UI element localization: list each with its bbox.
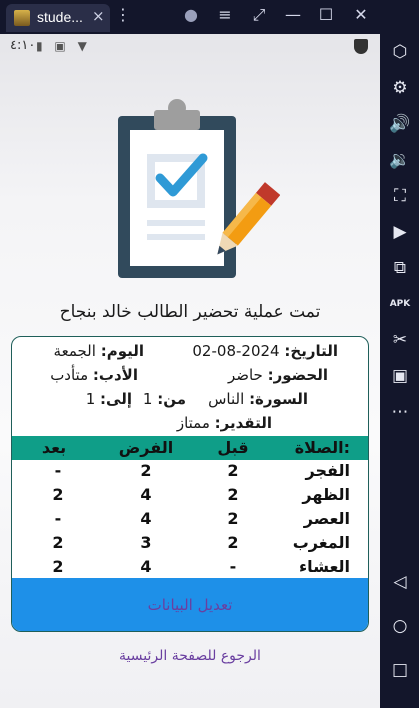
prayer-name: الظهر	[302, 485, 350, 504]
account-icon[interactable]: ●	[180, 5, 202, 24]
header-prayer: الصلاة:	[294, 438, 350, 457]
fard-cell: 4	[140, 485, 152, 504]
manners-info: الأدب: متأدب	[50, 366, 138, 384]
edit-data-button[interactable]: تعديل البيانات	[12, 578, 368, 631]
shield-icon	[354, 39, 368, 54]
prayer-name: العصر	[303, 509, 350, 528]
before-cell: 2	[227, 533, 239, 552]
home-icon[interactable]: ○	[388, 614, 412, 638]
date-value: 2024-08-02	[192, 342, 280, 360]
back-to-home-link[interactable]: الرجوع للصفحة الرئيسية	[0, 648, 380, 664]
after-cell: 2	[52, 533, 64, 552]
attendance-info: الحضور: حاضر	[227, 366, 328, 384]
from-value: 1	[142, 390, 153, 408]
app-icon	[14, 10, 30, 26]
table-row: العشاء - 4 2	[12, 556, 368, 580]
close-window-icon[interactable]: ✕	[350, 5, 372, 24]
before-cell: 2	[227, 509, 239, 528]
back-icon[interactable]: ◁	[388, 570, 412, 594]
settings-hex-icon[interactable]: ⬡	[388, 40, 412, 64]
status-icons: ▮ ▣ ▼	[36, 39, 91, 53]
phone-screen: ٤:١٠ ▮ ▣ ▼ تمت عملية تحضير الطالب خالد ب…	[0, 34, 380, 708]
grade-value: ممتاز	[176, 414, 210, 432]
minimize-icon[interactable]: —	[282, 5, 304, 24]
gear-icon[interactable]: ⚙	[388, 76, 412, 100]
date-info: التاريخ: 2024-08-02	[192, 342, 338, 360]
multi-instance-icon[interactable]: ⧉	[388, 256, 412, 280]
fard-cell: 3	[140, 533, 152, 552]
expand-icon[interactable]: ⤢	[248, 5, 270, 25]
volume-down-icon[interactable]: 🔉	[388, 148, 412, 172]
to-value: 1	[85, 390, 96, 408]
app-tab[interactable]: stude... ×	[6, 4, 110, 32]
after-cell: -	[54, 509, 62, 528]
fullscreen-icon[interactable]: ⛶	[388, 184, 412, 208]
media-icon[interactable]: ▣	[388, 364, 412, 388]
recents-icon[interactable]: □	[388, 658, 412, 682]
prayer-table-header: الصلاة: قبل الفرض بعد	[12, 436, 368, 460]
prayer-name: المغرب	[292, 533, 350, 552]
scissors-icon[interactable]: ✂	[388, 328, 412, 352]
table-row: الظهر 2 4 2	[12, 484, 368, 508]
attendance-card: التاريخ: 2024-08-02 اليوم: الجمعة الحضور…	[11, 336, 369, 632]
header-after: بعد	[41, 438, 67, 457]
clipboard-check-illustration	[118, 99, 280, 278]
header-before: قبل	[217, 438, 249, 457]
before-cell: 2	[227, 461, 239, 480]
before-cell: -	[229, 557, 237, 576]
close-tab-icon[interactable]: ×	[92, 7, 105, 25]
table-row: المغرب 2 3 2	[12, 532, 368, 556]
prayer-name: العشاء	[299, 557, 350, 576]
maximize-icon[interactable]: ☐	[315, 5, 337, 24]
day-value: الجمعة	[53, 342, 96, 360]
status-time: ٤:١٠	[10, 38, 36, 53]
record-icon[interactable]: ▶	[388, 220, 412, 244]
day-info: اليوم: الجمعة	[53, 342, 144, 360]
manners-value: متأدب	[50, 366, 89, 384]
emulator-sidebar: ⬡ ⚙ 🔊 🔉 ⛶ ▶ ⧉ APK ✂ ▣ ⋯ ◁ ○ □	[380, 34, 419, 708]
fard-cell: 4	[140, 509, 152, 528]
hamburger-menu-icon[interactable]: ≡	[214, 5, 236, 24]
more-icon[interactable]: ⋯	[388, 400, 412, 424]
from-info: من: 1	[142, 390, 186, 408]
prayer-name: الفجر	[305, 461, 351, 480]
emulator-window: stude... × ⋮ ● ≡ ⤢ — ☐ ✕ ⬡ ⚙ 🔊 🔉 ⛶ ▶ ⧉ A…	[0, 0, 419, 708]
attendance-value: حاضر	[227, 366, 263, 384]
grade-info: التقدير: ممتاز	[176, 414, 272, 432]
tab-title: stude...	[37, 9, 83, 25]
to-info: إلى: 1	[85, 390, 132, 408]
table-row: الفجر 2 2 -	[12, 460, 368, 484]
apk-install-icon[interactable]: APK	[388, 292, 412, 316]
after-cell: 2	[52, 557, 64, 576]
surah-info: السورة: الناس	[208, 390, 308, 408]
kebab-menu-icon[interactable]: ⋮	[112, 5, 134, 24]
after-cell: -	[54, 461, 62, 480]
fard-cell: 2	[140, 461, 152, 480]
table-row: العصر 2 4 -	[12, 508, 368, 532]
emulator-title-bar: stude... × ⋮ ● ≡ ⤢ — ☐ ✕	[0, 0, 419, 34]
volume-up-icon[interactable]: 🔊	[388, 112, 412, 136]
success-message: تمت عملية تحضير الطالب خالد بنجاح	[59, 302, 321, 322]
header-fard: الفرض	[118, 438, 174, 457]
surah-value: الناس	[208, 390, 245, 408]
after-cell: 2	[52, 485, 64, 504]
status-bar: ٤:١٠ ▮ ▣ ▼	[0, 34, 380, 60]
before-cell: 2	[227, 485, 239, 504]
fard-cell: 4	[140, 557, 152, 576]
